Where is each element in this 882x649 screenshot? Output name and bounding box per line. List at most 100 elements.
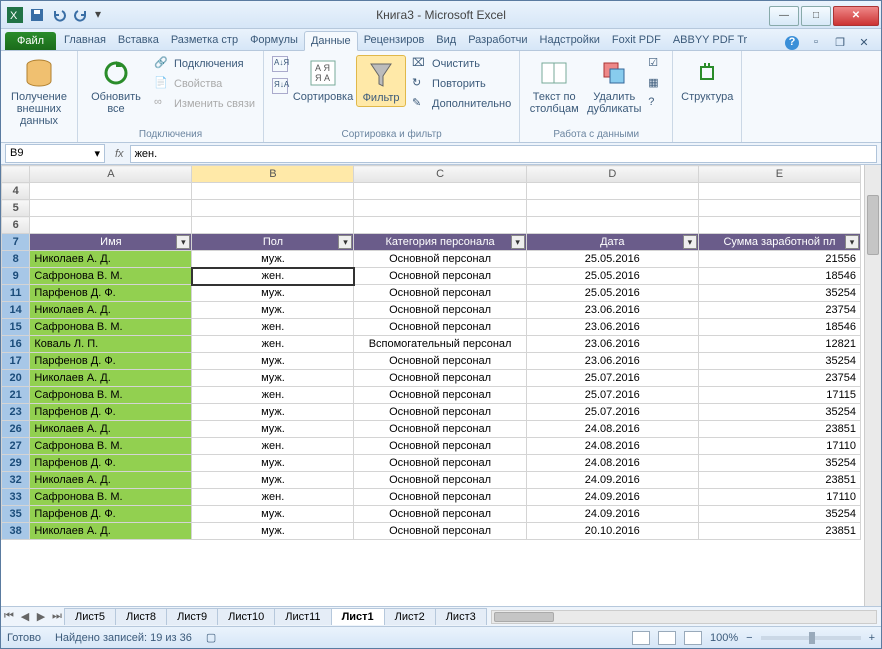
cell[interactable]: 35254 (698, 404, 860, 421)
table-row[interactable]: 15 Сафронова В. М. жен. Основной персона… (2, 319, 861, 336)
cell[interactable]: Основной персонал (354, 353, 526, 370)
ribbon-tab[interactable]: Главная (58, 31, 112, 50)
cell[interactable]: 17110 (698, 438, 860, 455)
cell[interactable]: муж. (192, 421, 354, 438)
table-row[interactable]: 11 Парфенов Д. Ф. муж. Основной персонал… (2, 285, 861, 302)
redo-icon[interactable] (73, 7, 89, 23)
cell[interactable]: Основной персонал (354, 319, 526, 336)
cell[interactable]: 23.06.2016 (526, 353, 698, 370)
cell[interactable]: 23754 (698, 370, 860, 387)
table-header-cell[interactable]: Имя▾ (30, 234, 192, 251)
sheet-tab[interactable]: Лист11 (274, 608, 331, 625)
whatif-button[interactable]: ? (646, 95, 666, 113)
sheet-nav-arrows[interactable]: ⏮◀▶⏭ (1, 610, 65, 623)
cell[interactable]: Основной персонал (354, 370, 526, 387)
sheet-tab[interactable]: Лист3 (435, 608, 487, 625)
filter-dropdown-icon[interactable]: ▾ (176, 235, 190, 249)
ribbon-tab[interactable]: ABBYY PDF Tr (667, 31, 753, 50)
cell[interactable]: Сафронова В. М. (30, 438, 192, 455)
row-header[interactable]: 8 (2, 251, 30, 268)
column-header[interactable]: B (192, 166, 354, 183)
cell[interactable]: Основной персонал (354, 506, 526, 523)
sort-button[interactable]: А ЯЯ А Сортировка (294, 55, 352, 105)
file-tab[interactable]: Файл (5, 32, 56, 50)
row-header[interactable]: 6 (2, 217, 30, 234)
cell[interactable]: 25.07.2016 (526, 404, 698, 421)
cell[interactable]: 12821 (698, 336, 860, 353)
sort-az-button[interactable]: А↓Я (270, 55, 290, 73)
zoom-out-button[interactable]: − (746, 632, 752, 644)
cell[interactable]: Парфенов Д. Ф. (30, 353, 192, 370)
sheet-tab[interactable]: Лист5 (64, 608, 116, 625)
cell[interactable]: 35254 (698, 455, 860, 472)
maximize-button[interactable]: □ (801, 6, 831, 26)
column-header[interactable]: A (30, 166, 192, 183)
cell[interactable]: Коваль Л. П. (30, 336, 192, 353)
filter-dropdown-icon[interactable]: ▾ (845, 235, 859, 249)
cell[interactable]: 25.07.2016 (526, 387, 698, 404)
cell[interactable]: Парфенов Д. Ф. (30, 506, 192, 523)
cell[interactable]: Основной персонал (354, 489, 526, 506)
sheet-tab[interactable]: Лист2 (384, 608, 436, 625)
filter-dropdown-icon[interactable]: ▾ (683, 235, 697, 249)
remove-duplicates-button[interactable]: Удалить дубликаты (586, 55, 642, 117)
table-row[interactable]: 35 Парфенов Д. Ф. муж. Основной персонал… (2, 506, 861, 523)
cell[interactable]: 23754 (698, 302, 860, 319)
cell[interactable]: муж. (192, 506, 354, 523)
row-header[interactable]: 26 (2, 421, 30, 438)
cell[interactable]: Основной персонал (354, 387, 526, 404)
ribbon-tab[interactable]: Разметка стр (165, 31, 244, 50)
row-header[interactable]: 17 (2, 353, 30, 370)
table-row[interactable]: 29 Парфенов Д. Ф. муж. Основной персонал… (2, 455, 861, 472)
cell[interactable]: 18546 (698, 268, 860, 285)
row-header[interactable]: 4 (2, 183, 30, 200)
properties-button[interactable]: 📄Свойства (152, 75, 257, 93)
table-header-cell[interactable]: Дата▾ (526, 234, 698, 251)
minimize-button[interactable]: — (769, 6, 799, 26)
cell[interactable]: Николаев А. Д. (30, 421, 192, 438)
row-header[interactable]: 16 (2, 336, 30, 353)
cell[interactable]: Николаев А. Д. (30, 523, 192, 540)
cell[interactable]: 23.06.2016 (526, 319, 698, 336)
row-header[interactable]: 9 (2, 268, 30, 285)
row-header[interactable]: 14 (2, 302, 30, 319)
sort-za-button[interactable]: Я↓А (270, 77, 290, 95)
cell[interactable]: Основной персонал (354, 268, 526, 285)
cell[interactable]: Сафронова В. М. (30, 489, 192, 506)
cell[interactable]: 24.09.2016 (526, 472, 698, 489)
cell[interactable]: Основной персонал (354, 285, 526, 302)
worksheet-grid[interactable]: ABCDE4567Имя▾Пол▾Категория персонала▾Дат… (1, 165, 881, 606)
view-layout-button[interactable] (658, 631, 676, 645)
cell[interactable]: 25.05.2016 (526, 268, 698, 285)
advanced-filter-button[interactable]: ✎Дополнительно (410, 95, 513, 113)
outline-button[interactable]: Структура (679, 55, 735, 105)
clear-filter-button[interactable]: ⌧Очистить (410, 55, 513, 73)
cell[interactable]: Николаев А. Д. (30, 302, 192, 319)
ribbon-tab[interactable]: Надстройки (534, 31, 606, 50)
ribbon-tab[interactable]: Рецензиров (358, 31, 431, 50)
cell[interactable]: жен. (192, 438, 354, 455)
cell[interactable]: муж. (192, 523, 354, 540)
row-header[interactable]: 20 (2, 370, 30, 387)
cell[interactable]: Сафронова В. М. (30, 387, 192, 404)
scrollbar-thumb[interactable] (494, 612, 554, 622)
filter-dropdown-icon[interactable]: ▾ (511, 235, 525, 249)
cell[interactable]: 24.09.2016 (526, 506, 698, 523)
table-row[interactable]: 16 Коваль Л. П. жен. Вспомогательный пер… (2, 336, 861, 353)
table-row[interactable]: 9 Сафронова В. М. жен. Основной персонал… (2, 268, 861, 285)
cell[interactable]: Основной персонал (354, 251, 526, 268)
cell[interactable]: 17115 (698, 387, 860, 404)
cell[interactable]: 25.05.2016 (526, 251, 698, 268)
get-external-data-button[interactable]: Получение внешних данных (7, 55, 71, 129)
row-header[interactable]: 38 (2, 523, 30, 540)
table-row[interactable]: 14 Николаев А. Д. муж. Основной персонал… (2, 302, 861, 319)
ribbon-tab[interactable]: Вид (430, 31, 462, 50)
filter-dropdown-icon[interactable]: ▾ (338, 235, 352, 249)
row-header[interactable]: 7 (2, 234, 30, 251)
cell[interactable]: муж. (192, 353, 354, 370)
ribbon-tab[interactable]: Данные (304, 31, 358, 51)
column-header[interactable]: D (526, 166, 698, 183)
column-header[interactable]: C (354, 166, 526, 183)
cell[interactable]: 23851 (698, 523, 860, 540)
table-row[interactable]: 27 Сафронова В. М. жен. Основной персона… (2, 438, 861, 455)
